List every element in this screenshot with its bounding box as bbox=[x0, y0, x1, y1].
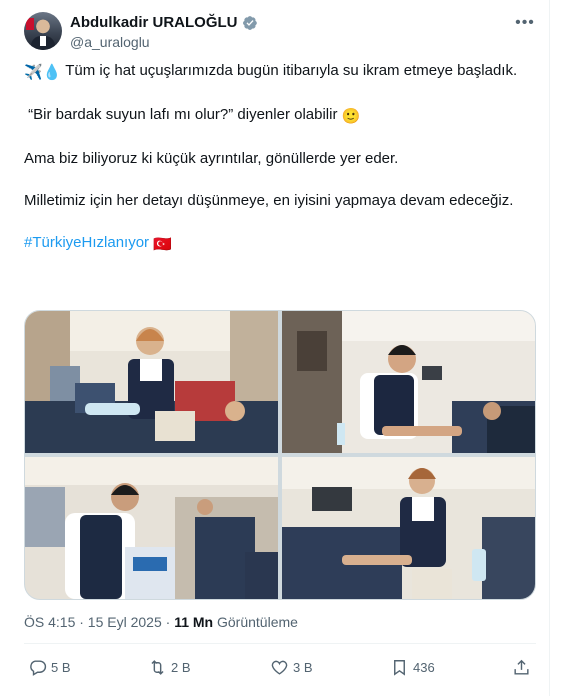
reply-icon bbox=[30, 659, 47, 676]
repost-icon bbox=[151, 659, 164, 675]
tweet-timestamp[interactable]: ÖS 4:15 · 15 Eyl 2025 · bbox=[24, 614, 174, 630]
bookmark-icon bbox=[394, 659, 405, 676]
photo-1-image bbox=[25, 311, 278, 453]
tweet-text: ✈️💧 Tüm iç hat uçuşlarımızda bugün itiba… bbox=[24, 60, 529, 276]
repost-button[interactable]: 2 B bbox=[148, 652, 191, 682]
like-button[interactable]: 3 B bbox=[270, 652, 313, 682]
tweet-line-1-text: Tüm iç hat uçuşlarımızda bugün itibarıyl… bbox=[61, 62, 518, 79]
tweet-line-4: Milletimiz için her detayı düşünmeye, en… bbox=[24, 192, 514, 209]
author-display-name-row[interactable]: Abdulkadir URALOĞLU bbox=[70, 14, 258, 32]
tweet-line-1: ✈️💧 Tüm iç hat uçuşlarımızda bugün itiba… bbox=[24, 60, 529, 83]
bookmark-button[interactable]: 436 bbox=[390, 652, 435, 682]
avatar-shirt bbox=[40, 36, 46, 46]
tweet-line-3: Ama biz biliyoruz ki küçük ayrıntılar, g… bbox=[24, 150, 399, 167]
photo-2-image bbox=[282, 311, 535, 453]
like-count: 3 B bbox=[293, 659, 313, 675]
photo-3-image bbox=[25, 457, 278, 599]
bookmark-count: 436 bbox=[413, 659, 435, 675]
photo-1[interactable] bbox=[25, 311, 278, 453]
media-grid bbox=[24, 310, 536, 600]
avatar[interactable] bbox=[24, 12, 62, 50]
tweet-meta: ÖS 4:15 · 15 Eyl 2025 · 11 Mn Görüntülem… bbox=[24, 612, 298, 632]
tweet-line-2-text: “Bir bardak suyun lafı mı olur?” diyenle… bbox=[24, 106, 342, 123]
photo-3[interactable] bbox=[25, 457, 278, 599]
tweet-hashtag-line: #TürkiyeHızlanıyor 🇹🇷 bbox=[24, 232, 529, 255]
views-count: 11 Mn bbox=[174, 614, 214, 630]
views-label: Görüntüleme bbox=[213, 614, 298, 630]
plane-droplet-emoji: ✈️💧 bbox=[24, 64, 62, 81]
smile-emoji: 🙂 bbox=[341, 108, 361, 125]
author-names: Abdulkadir URALOĞLU @a_uraloglu bbox=[70, 14, 258, 51]
share-icon bbox=[514, 659, 529, 675]
verified-badge-icon bbox=[242, 16, 257, 30]
tweet-card: Abdulkadir URALOĞLU @a_uraloglu ••• ✈️💧 … bbox=[0, 0, 550, 696]
avatar-flag bbox=[26, 18, 34, 30]
photo-4-image bbox=[282, 457, 535, 599]
tweet-header: Abdulkadir URALOĞLU @a_uraloglu ••• bbox=[24, 12, 536, 52]
hashtag-link[interactable]: #TürkiyeHızlanıyor bbox=[24, 234, 149, 251]
heart-icon bbox=[271, 660, 288, 675]
tweet-line-2: “Bir bardak suyun lafı mı olur?” diyenle… bbox=[24, 104, 529, 127]
author-display-name[interactable]: Abdulkadir URALOĞLU bbox=[70, 14, 238, 32]
reply-count: 5 B bbox=[51, 659, 71, 675]
author-handle[interactable]: @a_uraloglu bbox=[70, 33, 258, 51]
more-options-icon[interactable]: ••• bbox=[514, 12, 536, 34]
turkey-flag-emoji: 🇹🇷 bbox=[153, 236, 172, 253]
divider bbox=[24, 643, 536, 644]
repost-count: 2 B bbox=[171, 659, 191, 675]
action-bar: 5 B 2 B 3 B 436 bbox=[24, 652, 536, 682]
photo-4[interactable] bbox=[282, 457, 535, 599]
share-button[interactable] bbox=[512, 652, 531, 682]
photo-2[interactable] bbox=[282, 311, 535, 453]
reply-button[interactable]: 5 B bbox=[28, 652, 71, 682]
